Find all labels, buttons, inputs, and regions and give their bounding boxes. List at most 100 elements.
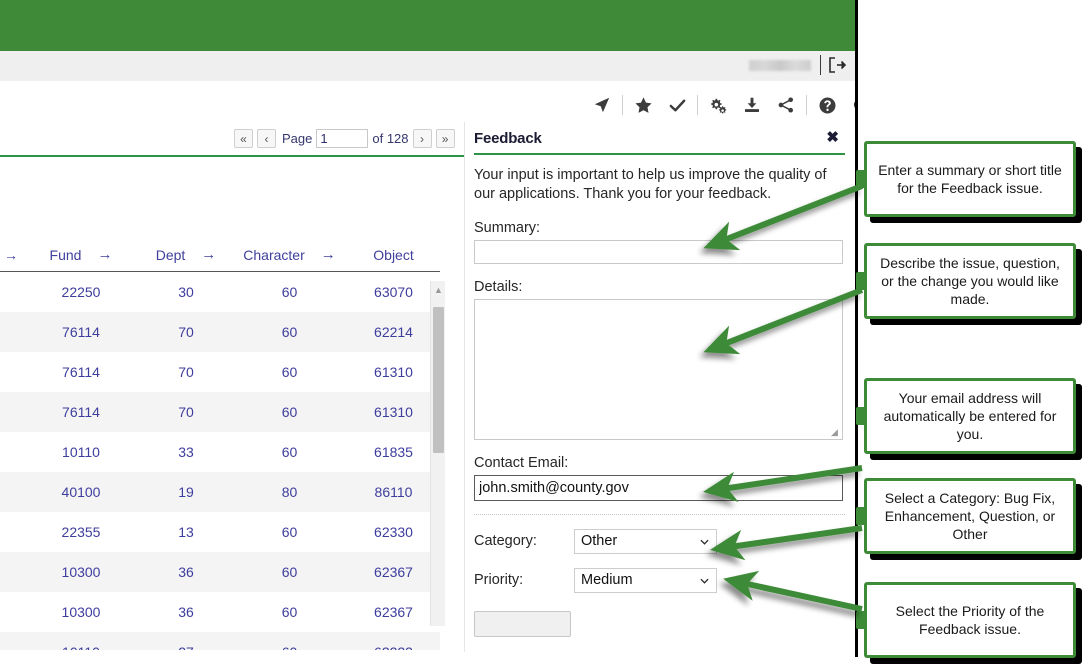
page-number-input[interactable]	[316, 129, 369, 148]
dept-cell: 30	[178, 283, 194, 300]
prev-page-button[interactable]: ‹	[257, 129, 276, 148]
priority-select[interactable]: Medium	[574, 567, 717, 593]
star-icon[interactable]	[626, 91, 660, 119]
fund-cell: 40100	[22, 471, 140, 512]
page-label: Page	[282, 131, 313, 146]
feedback-panel-header: Feedback ✖	[474, 122, 845, 155]
check-icon[interactable]	[660, 91, 694, 119]
character-cell: 60	[232, 311, 347, 352]
help-icon[interactable]	[810, 91, 844, 119]
column-header-fund[interactable]: Fund →	[22, 240, 140, 272]
object-cell: 62367	[347, 551, 440, 592]
table-row[interactable]: 22355 13 60 62330	[0, 512, 440, 552]
navigate-icon[interactable]	[585, 91, 619, 119]
object-cell: 63070	[374, 283, 413, 300]
column-sort-arrow-icon: →	[201, 246, 217, 263]
summary-input[interactable]	[474, 239, 843, 264]
table-row[interactable]: 76114 70 60 62214	[0, 311, 440, 352]
username-redacted	[749, 60, 811, 71]
object-cell: 62367	[374, 603, 413, 620]
priority-callout-text: Select the Priority of the Feedback issu…	[895, 602, 1045, 637]
data-table: → Fund → Dept → Character → Object 22250…	[0, 240, 440, 650]
table-row[interactable]: 10300 36 60 62367	[0, 592, 440, 632]
chevron-down-icon	[700, 538, 709, 545]
table-row[interactable]: 22250 30 60 63070	[0, 272, 440, 312]
fund-cell: 76114	[22, 391, 140, 432]
chevron-down-icon	[700, 577, 709, 584]
character-cell: 60	[281, 603, 298, 620]
fund-cell: 22355	[61, 523, 101, 540]
table-scrollbar[interactable]: ▲	[430, 281, 445, 626]
table-row[interactable]: 10110 33 60 61835	[0, 432, 440, 472]
column-header-object-label: Object	[373, 246, 414, 263]
object-cell: 61310	[374, 363, 413, 380]
character-cell: 60	[281, 363, 298, 380]
dept-cell: 36	[178, 603, 194, 620]
column-header-dept[interactable]: Dept →	[140, 240, 232, 272]
scroll-up-icon[interactable]: ▲	[431, 283, 446, 297]
submit-button[interactable]	[474, 610, 571, 637]
object-cell: 62330	[374, 523, 413, 540]
close-icon[interactable]: ✖	[826, 130, 845, 145]
object-cell: 61835	[374, 443, 413, 460]
table-header-row: → Fund → Dept → Character → Object	[0, 240, 440, 272]
column-header-character[interactable]: Character →	[232, 240, 347, 272]
gears-icon[interactable]	[701, 91, 735, 119]
feedback-icon[interactable]	[844, 91, 855, 119]
category-callout-text: Select a Category: Bug Fix, Enhancement,…	[884, 489, 1056, 543]
details-textarea[interactable]	[474, 298, 843, 440]
column-sort-arrow-icon: →	[320, 246, 336, 263]
callout-tab	[856, 272, 867, 290]
character-cell: 60	[232, 631, 347, 650]
dept-cell: 36	[140, 551, 232, 592]
column-header-edge[interactable]: →	[0, 240, 22, 272]
category-selected-value: Other	[581, 533, 618, 550]
table-row[interactable]: 10300 36 60 62367	[0, 551, 440, 592]
toolbar-divider	[622, 95, 623, 115]
object-cell: 62223	[347, 631, 440, 650]
details-callout: Describe the issue, question, or the cha…	[856, 243, 1076, 319]
dept-cell: 70	[140, 311, 232, 352]
last-page-button[interactable]: »	[435, 129, 455, 148]
edge-cell	[0, 512, 22, 552]
email-callout: Your email address will automatically be…	[856, 378, 1076, 454]
object-cell: 62214	[347, 311, 440, 352]
download-icon[interactable]	[735, 91, 769, 119]
contact-email-label: Contact Email:	[474, 454, 569, 471]
fund-cell: 10110	[22, 631, 140, 650]
email-callout-text: Your email address will automatically be…	[883, 389, 1057, 443]
table-row[interactable]: 76114 70 60 61310	[0, 391, 440, 432]
table-row[interactable]: 76114 70 60 61310	[0, 352, 440, 392]
column-header-character-label: Character	[243, 246, 305, 263]
pagination-toolbar: « ‹ Page of 128 › »	[234, 129, 455, 148]
app-green-header	[0, 0, 855, 51]
share-icon[interactable]	[769, 91, 803, 119]
priority-row: Priority: Medium	[474, 567, 845, 593]
category-select[interactable]: Other	[574, 528, 717, 554]
object-cell: 61310	[347, 391, 440, 432]
dept-cell: 19	[140, 471, 232, 512]
contact-email-input[interactable]	[474, 474, 843, 501]
character-cell: 60	[281, 523, 298, 540]
scrollbar-thumb[interactable]	[433, 307, 444, 453]
table-row[interactable]: 40100 19 80 86110	[0, 471, 440, 512]
callout-tab	[856, 170, 867, 188]
first-page-button[interactable]: «	[234, 129, 253, 148]
character-cell: 60	[232, 391, 347, 432]
callout-tab	[856, 407, 867, 425]
edge-cell	[0, 272, 22, 312]
callout-tab	[856, 507, 867, 525]
category-row: Category: Other	[474, 528, 845, 554]
fund-cell: 76114	[22, 311, 140, 352]
table-row[interactable]: 10110276062223	[0, 631, 440, 650]
next-page-button[interactable]: ›	[412, 129, 432, 148]
action-icon-toolbar	[585, 90, 855, 120]
edge-cell	[0, 551, 22, 592]
logout-icon[interactable]	[827, 56, 847, 74]
column-header-object[interactable]: Object	[347, 240, 440, 272]
app-sub-header	[0, 51, 855, 81]
fund-cell: 10300	[61, 603, 101, 620]
callout-tab	[856, 611, 867, 629]
header-divider	[820, 55, 821, 75]
dept-cell: 27	[140, 631, 232, 650]
